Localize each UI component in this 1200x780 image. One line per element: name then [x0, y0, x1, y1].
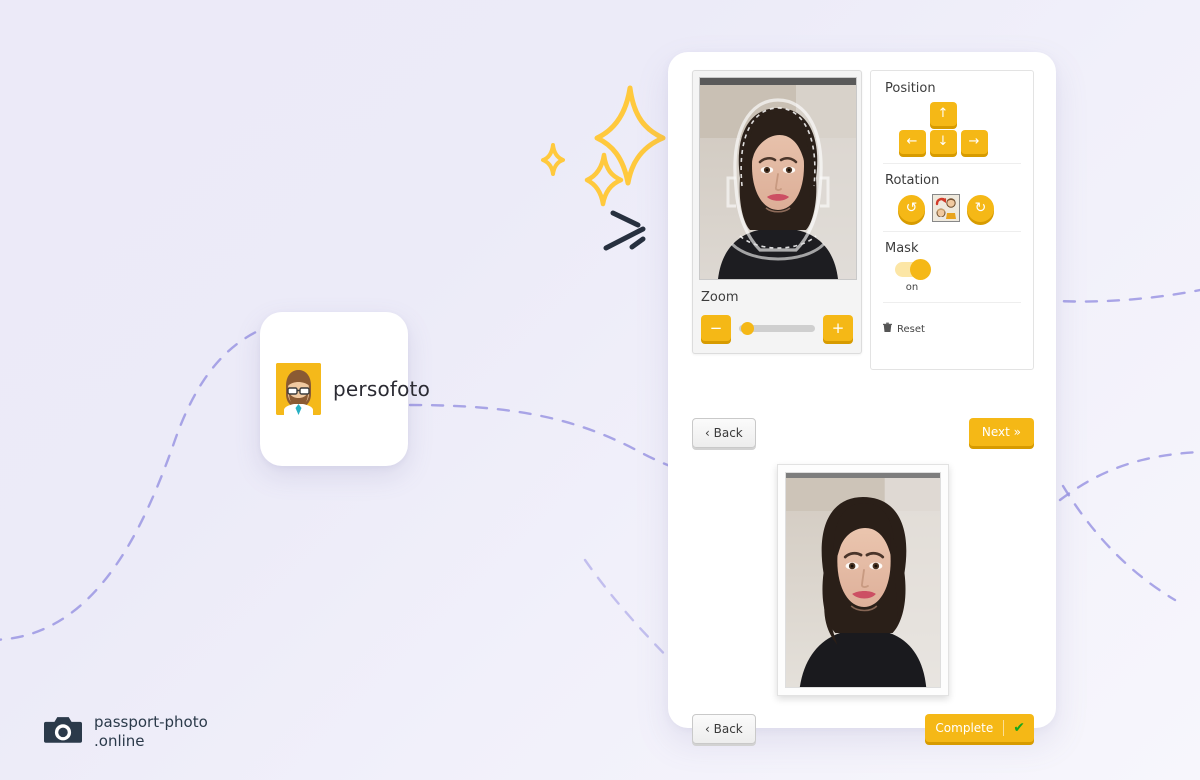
zoom-control-block: Zoom − +: [699, 280, 855, 353]
photo-top-strip: [700, 78, 856, 85]
move-left-button[interactable]: ←: [898, 130, 926, 154]
final-portrait-image: [786, 473, 940, 687]
persofoto-logo-card: persofoto: [260, 312, 430, 466]
photo-preview-panel: Zoom − +: [692, 70, 862, 354]
complete-label: Complete: [935, 721, 994, 735]
position-title: Position: [885, 81, 936, 96]
zoom-slider[interactable]: [739, 321, 815, 335]
rotate-face-icon[interactable]: [932, 194, 960, 222]
photo-preview-frame[interactable]: [699, 77, 857, 280]
bearded-man-avatar-icon: [276, 363, 321, 415]
large-sparkle: [594, 85, 666, 186]
editor-back-button[interactable]: ‹ Back: [692, 418, 756, 448]
final-photo-inner: [785, 472, 941, 688]
passport-photo-online-watermark: passport-photo .online: [44, 713, 208, 751]
watermark-text: passport-photo .online: [94, 713, 208, 751]
mask-title: Mask: [885, 241, 919, 256]
mask-toggle-state: on: [905, 282, 919, 293]
portrait-image: [700, 78, 856, 279]
medium-sparkle: [584, 152, 624, 207]
editor-navigation: ‹ Back Next »: [692, 418, 1034, 448]
trash-icon: [883, 320, 892, 338]
dashed-curve-right-bottom: [1061, 484, 1177, 602]
camera-icon: [44, 714, 82, 750]
rotate-counterclockwise-button[interactable]: ↺: [898, 194, 925, 222]
rotation-section: Rotation ↺ ↻: [883, 173, 1021, 232]
result-step: [692, 464, 1034, 696]
adjustment-controls-panel: Position ↑ ← ↓ → Rotation ↺ ↻ Mask on Re…: [870, 70, 1034, 370]
zoom-label: Zoom: [701, 290, 739, 305]
move-right-button[interactable]: →: [960, 130, 988, 154]
check-icon: ✔: [1013, 720, 1025, 736]
photo-editor-step: Zoom − + Position ↑ ← ↓ → Rotation ↺ ↻ M…: [692, 70, 1034, 370]
dashed-curve-right-lower: [1040, 288, 1200, 303]
zoom-out-button[interactable]: −: [701, 315, 731, 341]
reset-button[interactable]: Reset: [883, 312, 1021, 338]
dash-short: [610, 210, 641, 228]
dash-tiny: [629, 236, 646, 250]
watermark-line-2: .online: [94, 732, 145, 750]
rotation-title: Rotation: [885, 173, 940, 188]
move-down-button[interactable]: ↓: [929, 130, 957, 154]
dashed-curve-right-top: [1058, 450, 1200, 502]
final-photo-frame: [777, 464, 949, 696]
result-navigation: ‹ Back Complete ✔: [692, 714, 1034, 744]
position-dpad: ↑ ← ↓ →: [883, 102, 1021, 154]
result-back-button[interactable]: ‹ Back: [692, 714, 756, 744]
editor-next-button[interactable]: Next »: [968, 418, 1034, 446]
mask-section: Mask on: [883, 241, 1021, 303]
final-photo-top-strip: [786, 473, 940, 478]
mask-toggle[interactable]: [895, 259, 931, 280]
mask-toggle-knob: [910, 259, 931, 280]
persofoto-wordmark: persofoto: [333, 377, 431, 401]
reset-label: Reset: [897, 323, 925, 335]
position-section: Position ↑ ← ↓ →: [883, 81, 1021, 164]
complete-button[interactable]: Complete ✔: [925, 714, 1034, 742]
watermark-line-1: passport-photo: [94, 713, 208, 731]
move-up-button[interactable]: ↑: [929, 102, 957, 126]
zoom-slider-knob[interactable]: [741, 321, 754, 335]
rotate-clockwise-button[interactable]: ↻: [967, 194, 994, 222]
app-card: Zoom − + Position ↑ ← ↓ → Rotation ↺ ↻ M…: [668, 52, 1056, 744]
dash-long: [603, 226, 646, 251]
screenshot-root: persofoto Zoom − + Position ↑ ← ↓ → Rota…: [0, 0, 1200, 780]
zoom-in-button[interactable]: +: [823, 315, 853, 341]
small-sparkle: [541, 143, 565, 176]
